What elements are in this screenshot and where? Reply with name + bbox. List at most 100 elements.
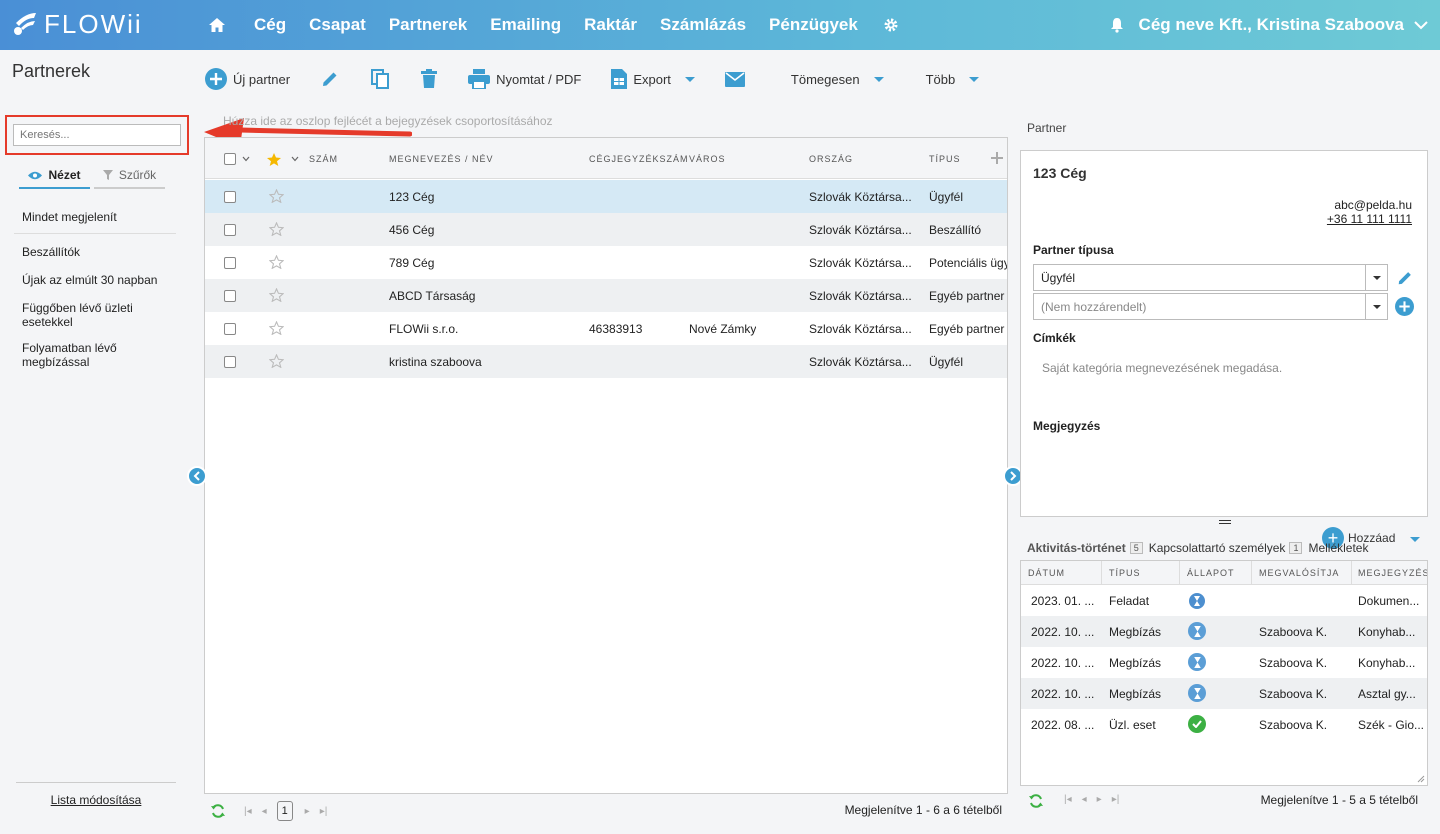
star-outline-icon[interactable] bbox=[269, 354, 284, 368]
column-header-name[interactable]: MEGNEVEZÉS / NÉV bbox=[389, 154, 494, 164]
table-row[interactable]: FLOWii s.r.o. 46383913 Nové Zámky Szlová… bbox=[205, 312, 1007, 345]
tags-input[interactable]: Saját kategória megnevezésének megadása. bbox=[1042, 361, 1282, 375]
refresh-icon[interactable] bbox=[210, 803, 226, 819]
search-input[interactable] bbox=[13, 124, 181, 146]
partner-type-select[interactable]: Ügyfél bbox=[1033, 264, 1388, 291]
prev-page-icon[interactable]: ◂ bbox=[262, 806, 267, 817]
nav-item-finance[interactable]: Pénzügyek bbox=[769, 15, 858, 35]
nav-item-company[interactable]: Cég bbox=[254, 15, 286, 35]
panel-splitter[interactable] bbox=[1219, 520, 1231, 524]
partner-email[interactable]: abc@pelda.hu bbox=[1334, 198, 1412, 212]
tab-view[interactable]: Nézet bbox=[19, 163, 90, 189]
more-dropdown[interactable]: Több bbox=[926, 72, 980, 87]
nav-item-partners[interactable]: Partnerek bbox=[389, 15, 467, 35]
cell-name: 123 Cég bbox=[389, 190, 435, 204]
list-item[interactable]: Folyamatban lévő megbízással bbox=[14, 335, 176, 375]
nav-item-invoicing[interactable]: Számlázás bbox=[660, 15, 746, 35]
star-outline-icon[interactable] bbox=[269, 255, 284, 269]
bulk-dropdown[interactable]: Tömegesen bbox=[791, 72, 884, 87]
activity-row[interactable]: 2022. 10. ... Megbízás Szaboova K. Konyh… bbox=[1021, 647, 1427, 678]
activity-row[interactable]: 2022. 08. ... Üzl. eset Szaboova K. Szék… bbox=[1021, 709, 1427, 740]
last-page-icon[interactable]: ▸| bbox=[1112, 794, 1120, 805]
cell-country: Szlovák Köztársa... bbox=[809, 256, 912, 270]
home-icon[interactable] bbox=[206, 14, 228, 36]
delete-button[interactable] bbox=[420, 69, 438, 89]
new-partner-button[interactable]: Új partner bbox=[205, 68, 290, 90]
nav-item-warehouse[interactable]: Raktár bbox=[584, 15, 637, 35]
tab-filters[interactable]: Szűrők bbox=[94, 163, 165, 189]
star-outline-icon[interactable] bbox=[269, 288, 284, 302]
star-filled-icon[interactable] bbox=[267, 153, 281, 166]
print-button[interactable]: Nyomtat / PDF bbox=[468, 69, 581, 89]
more-label: Több bbox=[925, 71, 956, 87]
left-panel: Nézet Szűrők Mindet megjelenít Beszállít… bbox=[0, 106, 192, 834]
first-page-icon[interactable]: |◂ bbox=[1064, 794, 1072, 805]
activity-row[interactable]: 2022. 10. ... Megbízás Szaboova K. Konyh… bbox=[1021, 616, 1427, 647]
bell-icon[interactable] bbox=[1109, 17, 1125, 33]
email-button[interactable] bbox=[724, 71, 745, 87]
user-menu[interactable]: Cég neve Kft., Kristina Szaboova bbox=[1109, 0, 1428, 50]
star-outline-icon[interactable] bbox=[269, 321, 284, 335]
column-header-reg[interactable]: CÉGJEGYZÉKSZÁM bbox=[589, 154, 689, 164]
last-page-icon[interactable]: ▸| bbox=[320, 806, 328, 817]
add-circle-icon[interactable] bbox=[1395, 297, 1414, 316]
cell-owner: Szaboova K. bbox=[1259, 718, 1328, 732]
list-item[interactable]: Beszállítók bbox=[14, 239, 176, 265]
activity-row[interactable]: 2023. 01. ... Feladat Dokumen... bbox=[1021, 585, 1427, 616]
chevron-down-icon[interactable] bbox=[291, 156, 299, 162]
list-item[interactable]: Mindet megjelenít bbox=[14, 204, 176, 234]
tab-attachments[interactable]: Mellékletek bbox=[1308, 541, 1368, 555]
chevron-down-icon[interactable] bbox=[242, 156, 250, 162]
activity-row[interactable]: 2022. 10. ... Megbízás Szaboova K. Aszta… bbox=[1021, 678, 1427, 709]
table-row[interactable]: kristina szaboova Szlovák Köztársa... Üg… bbox=[205, 345, 1007, 378]
current-page[interactable]: 1 bbox=[276, 801, 293, 821]
chevron-right-icon bbox=[1010, 471, 1017, 481]
row-checkbox[interactable] bbox=[224, 257, 236, 269]
list-item[interactable]: Függőben lévő üzleti esetekkel bbox=[14, 295, 176, 335]
copy-icon bbox=[371, 69, 390, 89]
gear-icon[interactable] bbox=[881, 15, 901, 35]
table-row[interactable]: 123 Cég Szlovák Köztársa... Ügyfél bbox=[205, 180, 1007, 213]
copy-button[interactable] bbox=[370, 68, 390, 90]
pencil-icon[interactable] bbox=[1396, 269, 1414, 287]
table-row[interactable]: 456 Cég Szlovák Köztársa... Beszállító bbox=[205, 213, 1007, 246]
next-page-icon[interactable]: ▸ bbox=[1097, 794, 1102, 805]
edit-button[interactable] bbox=[320, 69, 340, 89]
first-page-icon[interactable]: |◂ bbox=[244, 806, 252, 817]
resize-handle-icon[interactable] bbox=[1417, 775, 1425, 783]
column-header-country[interactable]: ORSZÁG bbox=[809, 154, 853, 164]
tab-activity-history[interactable]: Aktivitás-történet bbox=[1027, 541, 1126, 555]
refresh-icon[interactable] bbox=[1028, 793, 1044, 809]
next-page-icon[interactable]: ▸ bbox=[305, 806, 310, 817]
export-button[interactable]: Export bbox=[611, 69, 695, 89]
row-checkbox[interactable] bbox=[224, 191, 236, 203]
partner-phone[interactable]: +36 11 111 1111 bbox=[1327, 212, 1412, 226]
select-all-checkbox[interactable] bbox=[224, 153, 236, 165]
eye-icon bbox=[28, 171, 43, 179]
column-header-city[interactable]: VÁROS bbox=[689, 154, 726, 164]
row-checkbox[interactable] bbox=[224, 323, 236, 335]
main-nav: Cég Csapat Partnerek Emailing Raktár Szá… bbox=[206, 0, 901, 50]
tab-contacts[interactable]: Kapcsolattartó személyek bbox=[1149, 541, 1286, 555]
partner-detail-card: 123 Cég abc@pelda.hu +36 11 111 1111 Par… bbox=[1020, 150, 1428, 517]
prev-page-icon[interactable]: ◂ bbox=[1082, 794, 1087, 805]
table-row[interactable]: ABCD Társaság Szlovák Köztársa... Egyéb … bbox=[205, 279, 1007, 312]
nav-item-team[interactable]: Csapat bbox=[309, 15, 366, 35]
chevron-down-icon[interactable] bbox=[1414, 20, 1428, 30]
row-checkbox[interactable] bbox=[224, 290, 236, 302]
row-checkbox[interactable] bbox=[224, 356, 236, 368]
add-column-icon[interactable] bbox=[991, 152, 1003, 164]
collapse-left-button[interactable] bbox=[187, 466, 207, 486]
add-caret-icon[interactable] bbox=[1410, 537, 1420, 542]
star-outline-icon[interactable] bbox=[269, 222, 284, 236]
edit-list-link[interactable]: Lista módosítása bbox=[16, 782, 176, 807]
table-row[interactable]: 789 Cég Szlovák Köztársa... Potenciális … bbox=[205, 246, 1007, 279]
list-item[interactable]: Újak az elmúlt 30 napban bbox=[14, 267, 176, 293]
row-checkbox[interactable] bbox=[224, 224, 236, 236]
nav-item-emailing[interactable]: Emailing bbox=[490, 15, 561, 35]
column-header-number[interactable]: SZÁM bbox=[309, 154, 338, 164]
flowii-logo[interactable]: FLOWii bbox=[12, 8, 143, 40]
unassigned-select[interactable]: (Nem hozzárendelt) bbox=[1033, 293, 1388, 320]
column-header-type[interactable]: TÍPUS bbox=[929, 154, 961, 164]
star-outline-icon[interactable] bbox=[269, 189, 284, 203]
